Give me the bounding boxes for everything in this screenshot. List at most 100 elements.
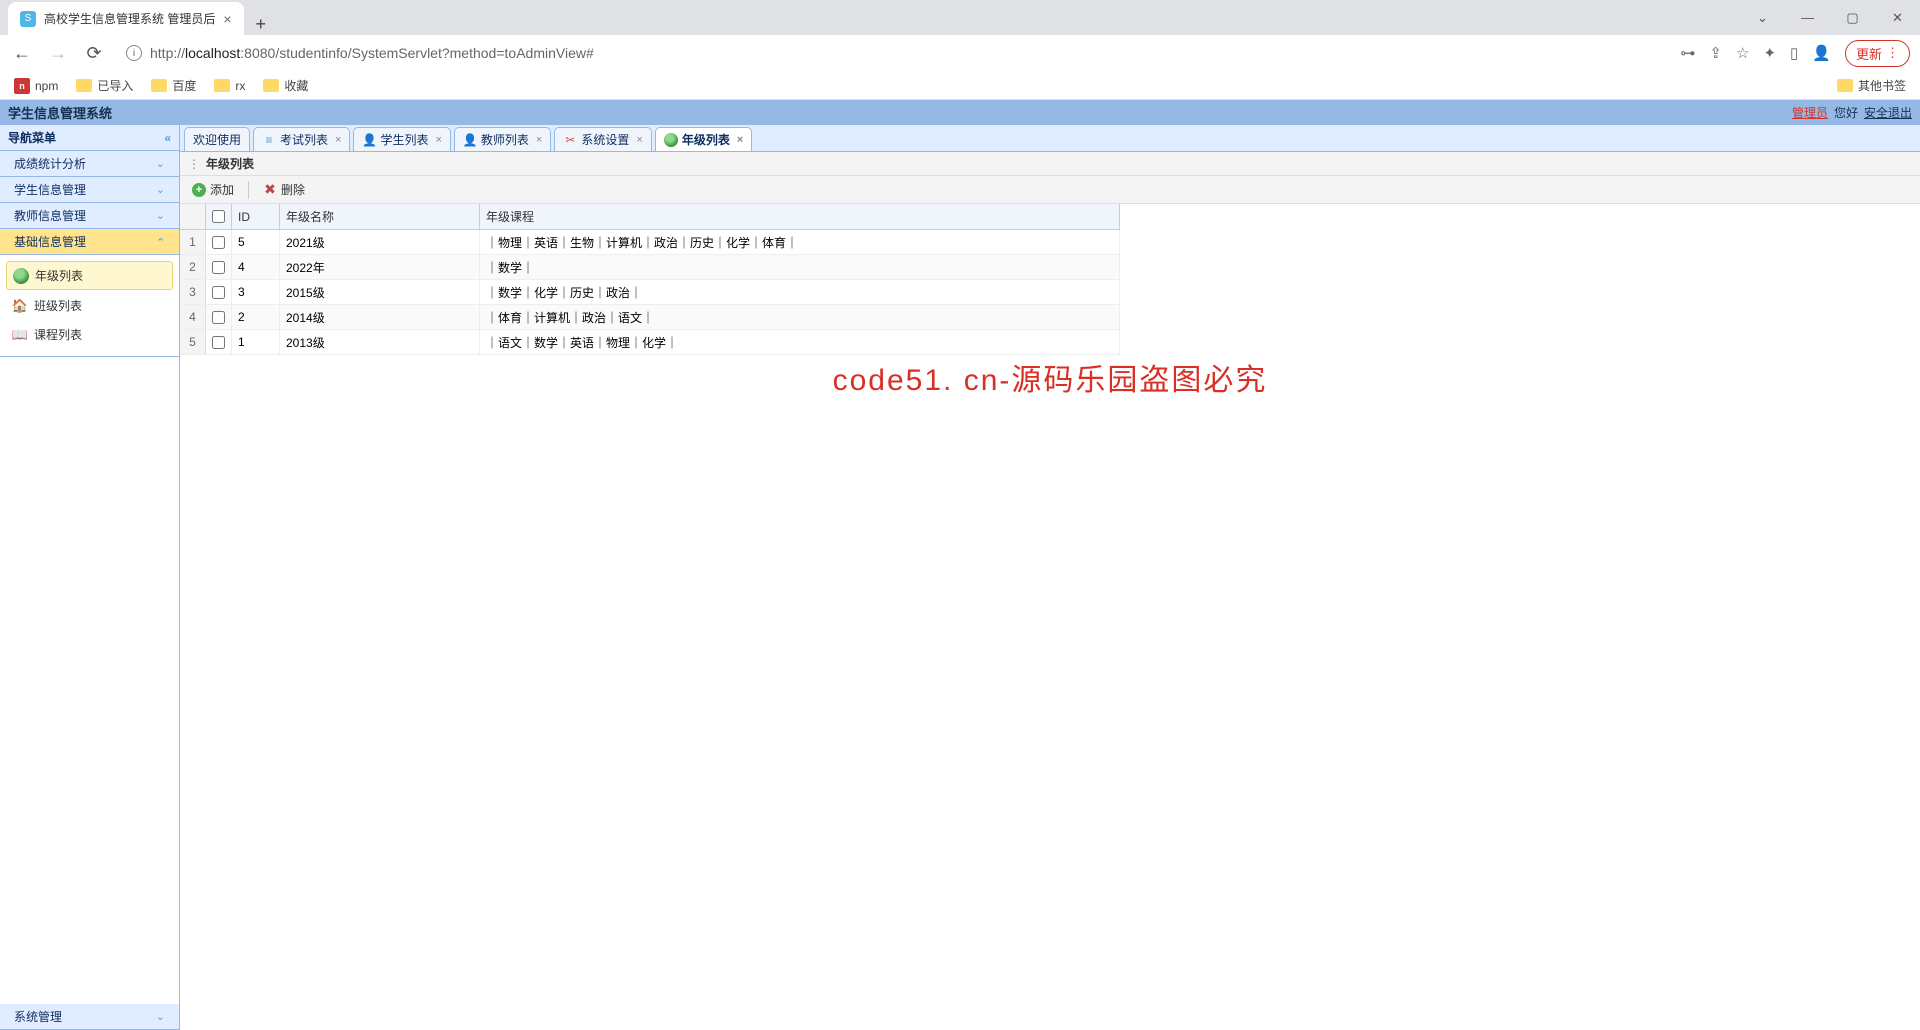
tab-grade[interactable]: 年级列表× (655, 127, 752, 151)
toolbar: +添加 ✖删除 (180, 176, 1920, 204)
tab-close-icon[interactable]: × (636, 134, 642, 146)
cell-name: 2014级 (280, 305, 480, 329)
tab-close-icon[interactable]: × (536, 134, 542, 146)
tab-settings[interactable]: ✂系统设置× (554, 127, 651, 151)
minimize-icon[interactable]: — (1785, 10, 1830, 25)
tab-student[interactable]: 👤学生列表× (353, 127, 450, 151)
tab-exam[interactable]: ≡考试列表× (253, 127, 350, 151)
row-checkbox[interactable] (212, 261, 225, 274)
header-id[interactable]: ID (232, 204, 280, 229)
add-button[interactable]: +添加 (186, 179, 240, 200)
sidebar-item-student[interactable]: 学生信息管理⌄ (0, 177, 179, 203)
bookmarks-bar: nnpm 已导入 百度 rx 收藏 其他书签 (0, 71, 1920, 100)
user-icon: 👤 (362, 133, 376, 147)
logout-link[interactable]: 安全退出 (1864, 104, 1912, 121)
admin-link[interactable]: 管理员 (1792, 104, 1828, 121)
star-icon[interactable]: ☆ (1736, 44, 1749, 62)
cell-name: 2021级 (280, 230, 480, 254)
tab-teacher[interactable]: 👤教师列表× (454, 127, 551, 151)
profile-icon[interactable]: 👤 (1812, 44, 1831, 62)
share-icon[interactable]: ⇪ (1709, 44, 1722, 62)
table-row[interactable]: 242022年｜数学｜ (180, 255, 1120, 280)
new-tab-button[interactable]: + (244, 14, 279, 35)
update-button[interactable]: 更新 ⋮ (1845, 40, 1910, 67)
bookmark-fav[interactable]: 收藏 (263, 77, 308, 94)
sidebar-item-score[interactable]: 成绩统计分析⌄ (0, 151, 179, 177)
teacher-icon: 👤 (463, 133, 477, 147)
url-bar[interactable]: i http://localhost:8080/studentinfo/Syst… (118, 39, 1668, 67)
chevron-down-icon: ⌄ (156, 209, 165, 222)
row-checkbox[interactable] (212, 286, 225, 299)
header-name[interactable]: 年级名称 (280, 204, 480, 229)
back-button[interactable]: ← (10, 43, 34, 64)
collapse-icon[interactable]: « (164, 131, 171, 145)
cell-course: ｜物理｜英语｜生物｜计算机｜政治｜历史｜化学｜体育｜ (480, 230, 1120, 254)
cell-name: 2013级 (280, 330, 480, 354)
cell-course: ｜数学｜化学｜历史｜政治｜ (480, 280, 1120, 304)
row-checkbox[interactable] (212, 236, 225, 249)
select-all-checkbox[interactable] (212, 210, 225, 223)
book-icon: 📖 (12, 327, 28, 343)
browser-tab-title: 高校学生信息管理系统 管理员后 (44, 10, 215, 27)
table-header: ID 年级名称 年级课程 (180, 204, 1120, 230)
list-icon: ≡ (262, 133, 276, 147)
tools-icon: ✂ (563, 133, 577, 147)
maximize-icon[interactable]: ▢ (1830, 10, 1875, 26)
key-icon[interactable]: ⊶ (1680, 44, 1695, 62)
bookmark-rx[interactable]: rx (214, 79, 245, 93)
content-area: 欢迎使用 ≡考试列表× 👤学生列表× 👤教师列表× ✂系统设置× 年级列表× 年… (180, 125, 1920, 1030)
row-checkbox[interactable] (212, 336, 225, 349)
close-window-icon[interactable]: ✕ (1875, 10, 1920, 26)
info-icon[interactable]: i (126, 45, 142, 61)
dropdown-icon[interactable]: ⌄ (1740, 10, 1785, 26)
cell-id: 4 (232, 255, 280, 279)
globe-icon (13, 268, 29, 284)
sidebar-item-teacher[interactable]: 教师信息管理⌄ (0, 203, 179, 229)
sidebar-header: 导航菜单 « (0, 125, 179, 151)
subitem-grade[interactable]: 年级列表 (6, 261, 173, 290)
panel-title: 年级列表 (180, 152, 1920, 176)
cell-id: 3 (232, 280, 280, 304)
browser-tab-bar: S 高校学生信息管理系统 管理员后 × + ⌄ — ▢ ✕ (0, 0, 1920, 35)
sidebar-item-basic[interactable]: 基础信息管理⌄ (0, 229, 179, 255)
cell-name: 2015级 (280, 280, 480, 304)
address-icons: ⊶ ⇪ ☆ ✦ ▯ 👤 更新 ⋮ (1680, 40, 1910, 67)
table-row[interactable]: 332015级｜数学｜化学｜历史｜政治｜ (180, 280, 1120, 305)
sidebar-item-system[interactable]: 系统管理⌄ (0, 1004, 179, 1030)
extensions-icon[interactable]: ✦ (1763, 44, 1776, 62)
bookmark-npm[interactable]: nnpm (14, 78, 58, 94)
tab-close-icon[interactable]: × (737, 134, 743, 146)
tab-close-icon[interactable]: × (435, 134, 441, 146)
bookmark-other[interactable]: 其他书签 (1837, 77, 1906, 94)
sidebar-subitems: 年级列表 🏠班级列表 📖课程列表 (0, 255, 179, 357)
cell-rownum: 3 (180, 280, 206, 304)
table-row[interactable]: 422014级｜体育｜计算机｜政治｜语文｜ (180, 305, 1120, 330)
browser-tab[interactable]: S 高校学生信息管理系统 管理员后 × (8, 2, 244, 35)
subitem-class[interactable]: 🏠班级列表 (6, 292, 173, 319)
delete-icon: ✖ (263, 183, 277, 197)
forward-button[interactable]: → (46, 43, 70, 64)
watermark-text: code51. cn-源码乐园盗图必究 (833, 355, 1268, 399)
data-grid: ID 年级名称 年级课程 152021级｜物理｜英语｜生物｜计算机｜政治｜历史｜… (180, 204, 1120, 355)
header-course[interactable]: 年级课程 (480, 204, 1120, 229)
cell-id: 2 (232, 305, 280, 329)
table-row[interactable]: 152021级｜物理｜英语｜生物｜计算机｜政治｜历史｜化学｜体育｜ (180, 230, 1120, 255)
app-title: 学生信息管理系统 (8, 103, 112, 122)
cell-rownum: 4 (180, 305, 206, 329)
cell-rownum: 5 (180, 330, 206, 354)
tab-close-icon[interactable]: × (223, 11, 231, 27)
bookmark-baidu[interactable]: 百度 (151, 77, 196, 94)
separator (248, 181, 249, 199)
panel-icon[interactable]: ▯ (1790, 44, 1798, 62)
tab-close-icon[interactable]: × (335, 134, 341, 146)
reload-button[interactable]: ⟳ (82, 43, 106, 64)
chevron-up-icon: ⌄ (156, 235, 165, 248)
subitem-course[interactable]: 📖课程列表 (6, 321, 173, 348)
bookmark-imported[interactable]: 已导入 (76, 77, 133, 94)
sidebar: 导航菜单 « 成绩统计分析⌄ 学生信息管理⌄ 教师信息管理⌄ 基础信息管理⌄ 年… (0, 125, 180, 1030)
row-checkbox[interactable] (212, 311, 225, 324)
delete-button[interactable]: ✖删除 (257, 179, 311, 200)
table-row[interactable]: 512013级｜语文｜数学｜英语｜物理｜化学｜ (180, 330, 1120, 355)
tab-welcome[interactable]: 欢迎使用 (184, 127, 250, 151)
chevron-down-icon: ⌄ (156, 1010, 165, 1023)
